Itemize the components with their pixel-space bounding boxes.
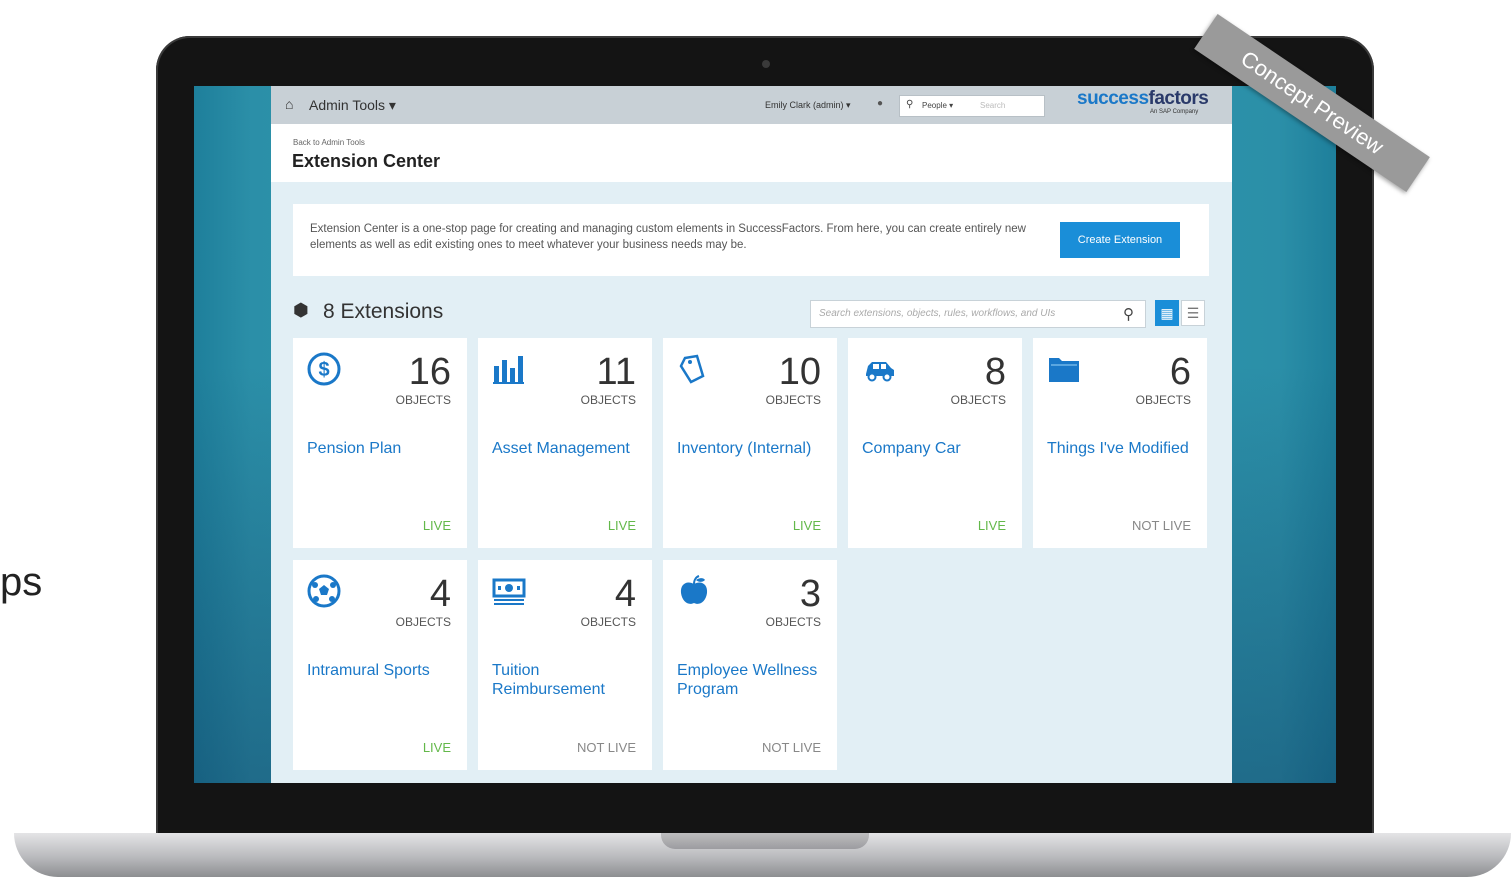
partial-text: ps <box>0 560 43 604</box>
object-count: 3 <box>799 573 821 615</box>
car-icon <box>862 352 898 388</box>
status-badge: LIVE <box>792 518 821 533</box>
object-count-unit: OBJECTS <box>395 615 451 629</box>
page-title: Extension Center <box>292 151 441 171</box>
folder-icon <box>1047 352 1083 388</box>
extension-card[interactable]: 3 OBJECTS Employee Wellness Program NOT LIV… <box>663 560 837 770</box>
user-menu[interactable]: Emily Clark (admin) ▾ <box>765 100 851 111</box>
object-count-unit: OBJECTS <box>1135 393 1191 407</box>
extension-card[interactable]: 4 OBJECTS Intramural Sports LIVE <box>293 560 467 770</box>
extension-name-link[interactable]: Company Car <box>862 439 1012 458</box>
extension-name-link[interactable]: Tuition Reimbursement <box>492 661 642 699</box>
laptop-notch <box>661 833 869 849</box>
bar-chart-icon <box>492 352 528 388</box>
create-extension-button[interactable]: Create Extension <box>1060 222 1180 258</box>
home-icon[interactable]: ⌂ <box>285 96 293 112</box>
tag-icon <box>677 352 713 388</box>
status-badge: NOT LIVE <box>761 740 821 755</box>
extension-name-link[interactable]: Pension Plan <box>307 439 457 458</box>
extension-card[interactable]: 11 OBJECTS Asset Management LIVE <box>478 338 652 548</box>
object-count: 16 <box>408 351 451 393</box>
status-badge: NOT LIVE <box>1131 518 1191 533</box>
object-count-unit: OBJECTS <box>395 393 451 407</box>
admin-tools-menu[interactable]: Admin Tools ▾ <box>309 97 396 114</box>
info-description: Extension Center is a one-stop page for … <box>310 223 1026 251</box>
extension-search-field[interactable]: Search extensions, objects, rules, workf… <box>810 300 1146 328</box>
object-count: 8 <box>984 351 1006 393</box>
object-count-unit: OBJECTS <box>765 393 821 407</box>
svg-text:$: $ <box>318 359 329 381</box>
extension-name-link[interactable]: Intramural Sports <box>307 661 457 680</box>
apple-icon <box>677 574 713 610</box>
back-link[interactable]: Back to Admin Tools <box>293 138 365 147</box>
extension-name-link[interactable]: Employee Wellness Program <box>677 661 827 699</box>
object-count-unit: OBJECTS <box>580 615 636 629</box>
laptop-screen: ⌂ Admin Tools ▾ Emily Clark (admin) ▾ ● … <box>194 86 1336 783</box>
object-count: 4 <box>614 573 636 615</box>
info-panel: Extension Center is a one-stop page for … <box>293 204 1209 276</box>
top-navigation-bar: ⌂ Admin Tools ▾ Emily Clark (admin) ▾ ● … <box>271 86 1232 124</box>
money-icon <box>492 574 528 610</box>
grid-view-icon[interactable]: ▦ <box>1155 300 1179 326</box>
search-icon[interactable]: ⚲ <box>1123 305 1134 323</box>
extension-card[interactable]: 8 OBJECTS Company Car LIVE <box>848 338 1022 548</box>
object-count-unit: OBJECTS <box>580 393 636 407</box>
status-badge: LIVE <box>607 518 636 533</box>
page-header: Back to Admin Tools Extension Center <box>271 124 1232 182</box>
extension-cube-icon: ⬢ <box>293 300 309 320</box>
extension-name-link[interactable]: Things I've Modified <box>1047 439 1197 458</box>
status-badge: LIVE <box>422 518 451 533</box>
extension-name-link[interactable]: Inventory (Internal) <box>677 439 827 458</box>
object-count: 4 <box>429 573 451 615</box>
object-count: 11 <box>596 351 636 393</box>
dollar-icon: $ <box>307 352 343 388</box>
notification-icon[interactable]: ● <box>877 98 883 109</box>
status-badge: LIVE <box>422 740 451 755</box>
object-count: 10 <box>778 351 821 393</box>
extension-search-placeholder: Search extensions, objects, rules, workf… <box>819 308 1056 319</box>
extension-name-link[interactable]: Asset Management <box>492 439 642 458</box>
extension-card[interactable]: 6 OBJECTS Things I've Modified NOT LIVE <box>1033 338 1207 548</box>
extension-card[interactable]: 4 OBJECTS Tuition Reimbursement NOT LIVE <box>478 560 652 770</box>
object-count: 6 <box>1169 351 1191 393</box>
object-count-unit: OBJECTS <box>950 393 1006 407</box>
search-scope-dropdown[interactable]: People ▾ <box>922 101 953 110</box>
soccer-ball-icon <box>307 574 343 610</box>
camera-icon <box>762 60 770 68</box>
logo-part-1: success <box>1077 88 1149 109</box>
status-badge: NOT LIVE <box>576 740 636 755</box>
search-icon: ⚲ <box>906 99 914 110</box>
extension-card[interactable]: $16 OBJECTS Pension Plan LIVE <box>293 338 467 548</box>
global-search[interactable]: ⚲ People ▾ Search <box>899 95 1045 117</box>
object-count-unit: OBJECTS <box>765 615 821 629</box>
extension-card[interactable]: 10 OBJECTS Inventory (Internal) LIVE <box>663 338 837 548</box>
search-input[interactable]: Search <box>980 101 1005 110</box>
extension-center-app: ⌂ Admin Tools ▾ Emily Clark (admin) ▾ ● … <box>271 86 1232 783</box>
status-badge: LIVE <box>977 518 1006 533</box>
extensions-count: 8 Extensions <box>323 300 444 323</box>
list-view-icon[interactable]: ☰ <box>1181 300 1205 326</box>
